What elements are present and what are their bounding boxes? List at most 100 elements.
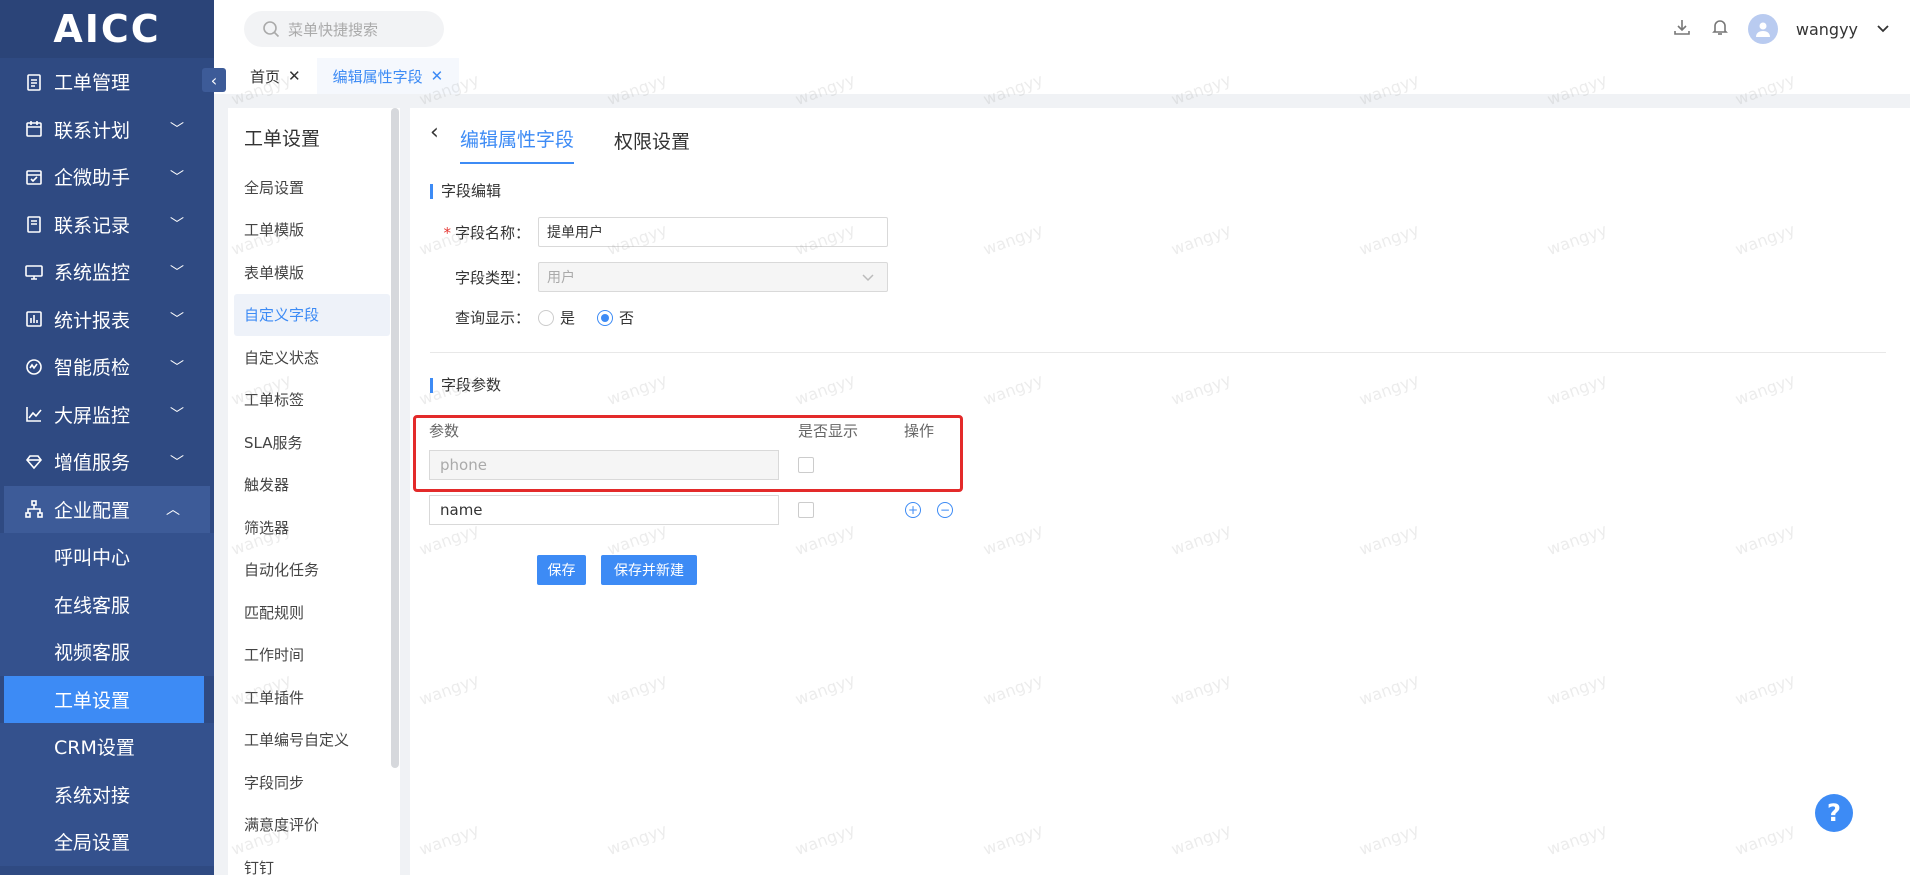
subnav-item-ticket-tags[interactable]: 工单标签	[228, 379, 400, 422]
sidebar-item-quality-check[interactable]: 智能质检 ﹀	[0, 343, 214, 391]
remove-circle-icon[interactable]: −	[937, 502, 953, 518]
clipboard-icon	[22, 70, 46, 94]
sidebar-item-label: 工单管理	[54, 72, 131, 95]
sidebar-subitem-video-service[interactable]: 视频客服	[0, 628, 214, 676]
close-icon[interactable]: ✕	[431, 67, 444, 85]
sidebar-item-statistics[interactable]: 统计报表 ﹀	[0, 296, 214, 344]
tab-edit-attribute-field[interactable]: 编辑属性字段	[460, 125, 575, 164]
section-title-field-edit: 字段编辑	[430, 184, 501, 199]
sidebar-item-system-monitor[interactable]: 系统监控 ﹀	[0, 248, 214, 296]
sidebar-subitem-ticket-settings[interactable]: 工单设置	[4, 675, 204, 723]
subnav-item-triggers[interactable]: 触发器	[228, 464, 400, 507]
query-display-row: 查询显示： 是 否	[440, 307, 656, 328]
tab-home[interactable]: 首页 ✕	[234, 58, 317, 94]
subnav-item-dingtalk[interactable]: 钉钉	[228, 846, 400, 875]
sidebar-item-enterprise-config[interactable]: 企业配置 ︿	[4, 485, 210, 533]
annotation-highlight-box	[413, 415, 963, 492]
sidebar-item-label: 联系记录	[54, 214, 131, 237]
close-icon[interactable]: ✕	[288, 67, 301, 85]
help-button[interactable]: ?	[1815, 794, 1853, 832]
subnav-item-custom-fields[interactable]: 自定义字段	[234, 293, 390, 336]
chevron-down-icon[interactable]	[1876, 20, 1890, 39]
record-icon	[22, 212, 46, 236]
field-type-row: 字段类型： 用户	[440, 262, 888, 292]
org-icon	[22, 497, 46, 521]
sidebar-subitem-call-center[interactable]: 呼叫中心	[0, 533, 214, 581]
sidebar-item-wecom-assistant[interactable]: 企微助手 ﹀	[0, 153, 214, 201]
chevron-down-icon: ﹀	[170, 407, 184, 424]
subnav-item-form-template[interactable]: 表单模版	[228, 251, 400, 294]
sidebar-item-contact-plan[interactable]: 联系计划 ﹀	[0, 106, 214, 154]
sidebar-subitem-crm-settings[interactable]: CRM设置	[0, 723, 214, 771]
tab-edit-attribute-field[interactable]: 编辑属性字段 ✕	[316, 58, 460, 94]
back-chevron-icon[interactable]: ‹	[430, 120, 439, 145]
radio-no[interactable]: 否	[597, 307, 634, 328]
subnav-scrollbar[interactable]	[391, 108, 399, 768]
sidebar-subitem-global-settings[interactable]: 全局设置	[0, 818, 214, 866]
sidebar-item-label: 企微助手	[54, 167, 131, 190]
subnav-item-satisfaction[interactable]: 满意度评价	[228, 804, 400, 847]
user-icon	[1755, 22, 1770, 37]
subnav-item-filters[interactable]: 筛选器	[228, 506, 400, 549]
subnav-item-field-sync[interactable]: 字段同步	[228, 761, 400, 804]
field-type-label: 字段类型：	[454, 268, 530, 287]
avatar[interactable]	[1747, 14, 1778, 44]
calendar-icon	[22, 117, 46, 141]
sidebar-item-contact-records[interactable]: 联系记录 ﹀	[0, 201, 214, 249]
subnav-item-global-settings[interactable]: 全局设置	[228, 166, 400, 209]
save-and-new-button[interactable]: 保存并新建	[601, 555, 697, 585]
sidebar-item-big-screen[interactable]: 大屏监控 ﹀	[0, 391, 214, 439]
collapse-sidebar-button[interactable]: ‹	[202, 68, 226, 92]
bell-icon[interactable]	[1710, 17, 1730, 41]
top-header: 菜单快捷搜索 wangyy	[214, 0, 1910, 58]
radio-yes[interactable]: 是	[538, 307, 575, 328]
sidebar-subitem-online-service[interactable]: 在线客服	[0, 580, 214, 628]
chevron-down-icon: ﹀	[170, 359, 184, 376]
tab-permission-settings[interactable]: 权限设置	[614, 127, 690, 164]
subnav-item-work-time[interactable]: 工作时间	[228, 634, 400, 677]
diamond-icon	[22, 450, 46, 474]
subnav-title: 工单设置	[244, 127, 321, 150]
chevron-down-icon: ﹀	[170, 454, 184, 471]
bar-chart-icon	[22, 307, 46, 331]
field-type-select[interactable]: 用户	[538, 262, 888, 292]
sidebar-item-label: 系统监控	[54, 262, 131, 285]
field-name-row: * 字段名称： 提单用户	[440, 217, 888, 247]
username[interactable]: wangyy	[1796, 20, 1858, 39]
sidebar-item-label: 企业配置	[54, 499, 131, 522]
subnav-item-custom-status[interactable]: 自定义状态	[228, 336, 400, 379]
field-name-label: * 字段名称：	[443, 223, 530, 242]
chevron-down-icon: ﹀	[170, 264, 184, 281]
display-checkbox[interactable]	[798, 502, 814, 518]
subnav-item-automation[interactable]: 自动化任务	[228, 549, 400, 592]
question-icon: ?	[1827, 799, 1841, 827]
subnav-item-matching-rules[interactable]: 匹配规则	[228, 591, 400, 634]
subnav-item-ticket-number[interactable]: 工单编号自定义	[228, 719, 400, 762]
tab-label: 首页	[250, 67, 281, 86]
query-display-label: 查询显示：	[454, 309, 530, 327]
search-placeholder: 菜单快捷搜索	[288, 20, 379, 39]
field-name-input[interactable]: 提单用户	[538, 217, 888, 247]
radio-circle-checked[interactable]	[597, 309, 614, 326]
subnav-item-ticket-template[interactable]: 工单模版	[228, 209, 400, 252]
app-logo: AICC	[0, 0, 214, 58]
add-circle-icon[interactable]: +	[905, 502, 921, 518]
ticket-settings-subnav: 工单设置 全局设置 工单模版 表单模版 自定义字段 自定义状态 工单标签 SLA…	[228, 108, 400, 875]
search-icon	[263, 21, 280, 38]
subnav-item-sla-service[interactable]: SLA服务	[228, 421, 400, 464]
param-input-name[interactable]: name	[429, 495, 779, 525]
save-button[interactable]: 保存	[537, 555, 586, 585]
sidebar-item-value-added[interactable]: 增值服务 ﹀	[0, 438, 214, 486]
subnav-item-ticket-plugins[interactable]: 工单插件	[228, 676, 400, 719]
chevron-up-icon: ︿	[166, 502, 180, 519]
header-actions: wangyy	[1672, 0, 1890, 58]
sidebar-item-label: 联系计划	[54, 119, 131, 142]
sidebar-item-label: 统计报表	[54, 309, 131, 332]
tab-label: 编辑属性字段	[332, 67, 423, 86]
sidebar-item-ticket-management[interactable]: 工单管理	[0, 58, 214, 106]
radio-circle[interactable]	[538, 309, 554, 326]
download-icon[interactable]	[1672, 17, 1692, 41]
chevron-down-icon: ﹀	[170, 217, 184, 234]
menu-search-input[interactable]: 菜单快捷搜索	[244, 11, 444, 47]
sidebar-subitem-system-integration[interactable]: 系统对接	[0, 770, 214, 818]
